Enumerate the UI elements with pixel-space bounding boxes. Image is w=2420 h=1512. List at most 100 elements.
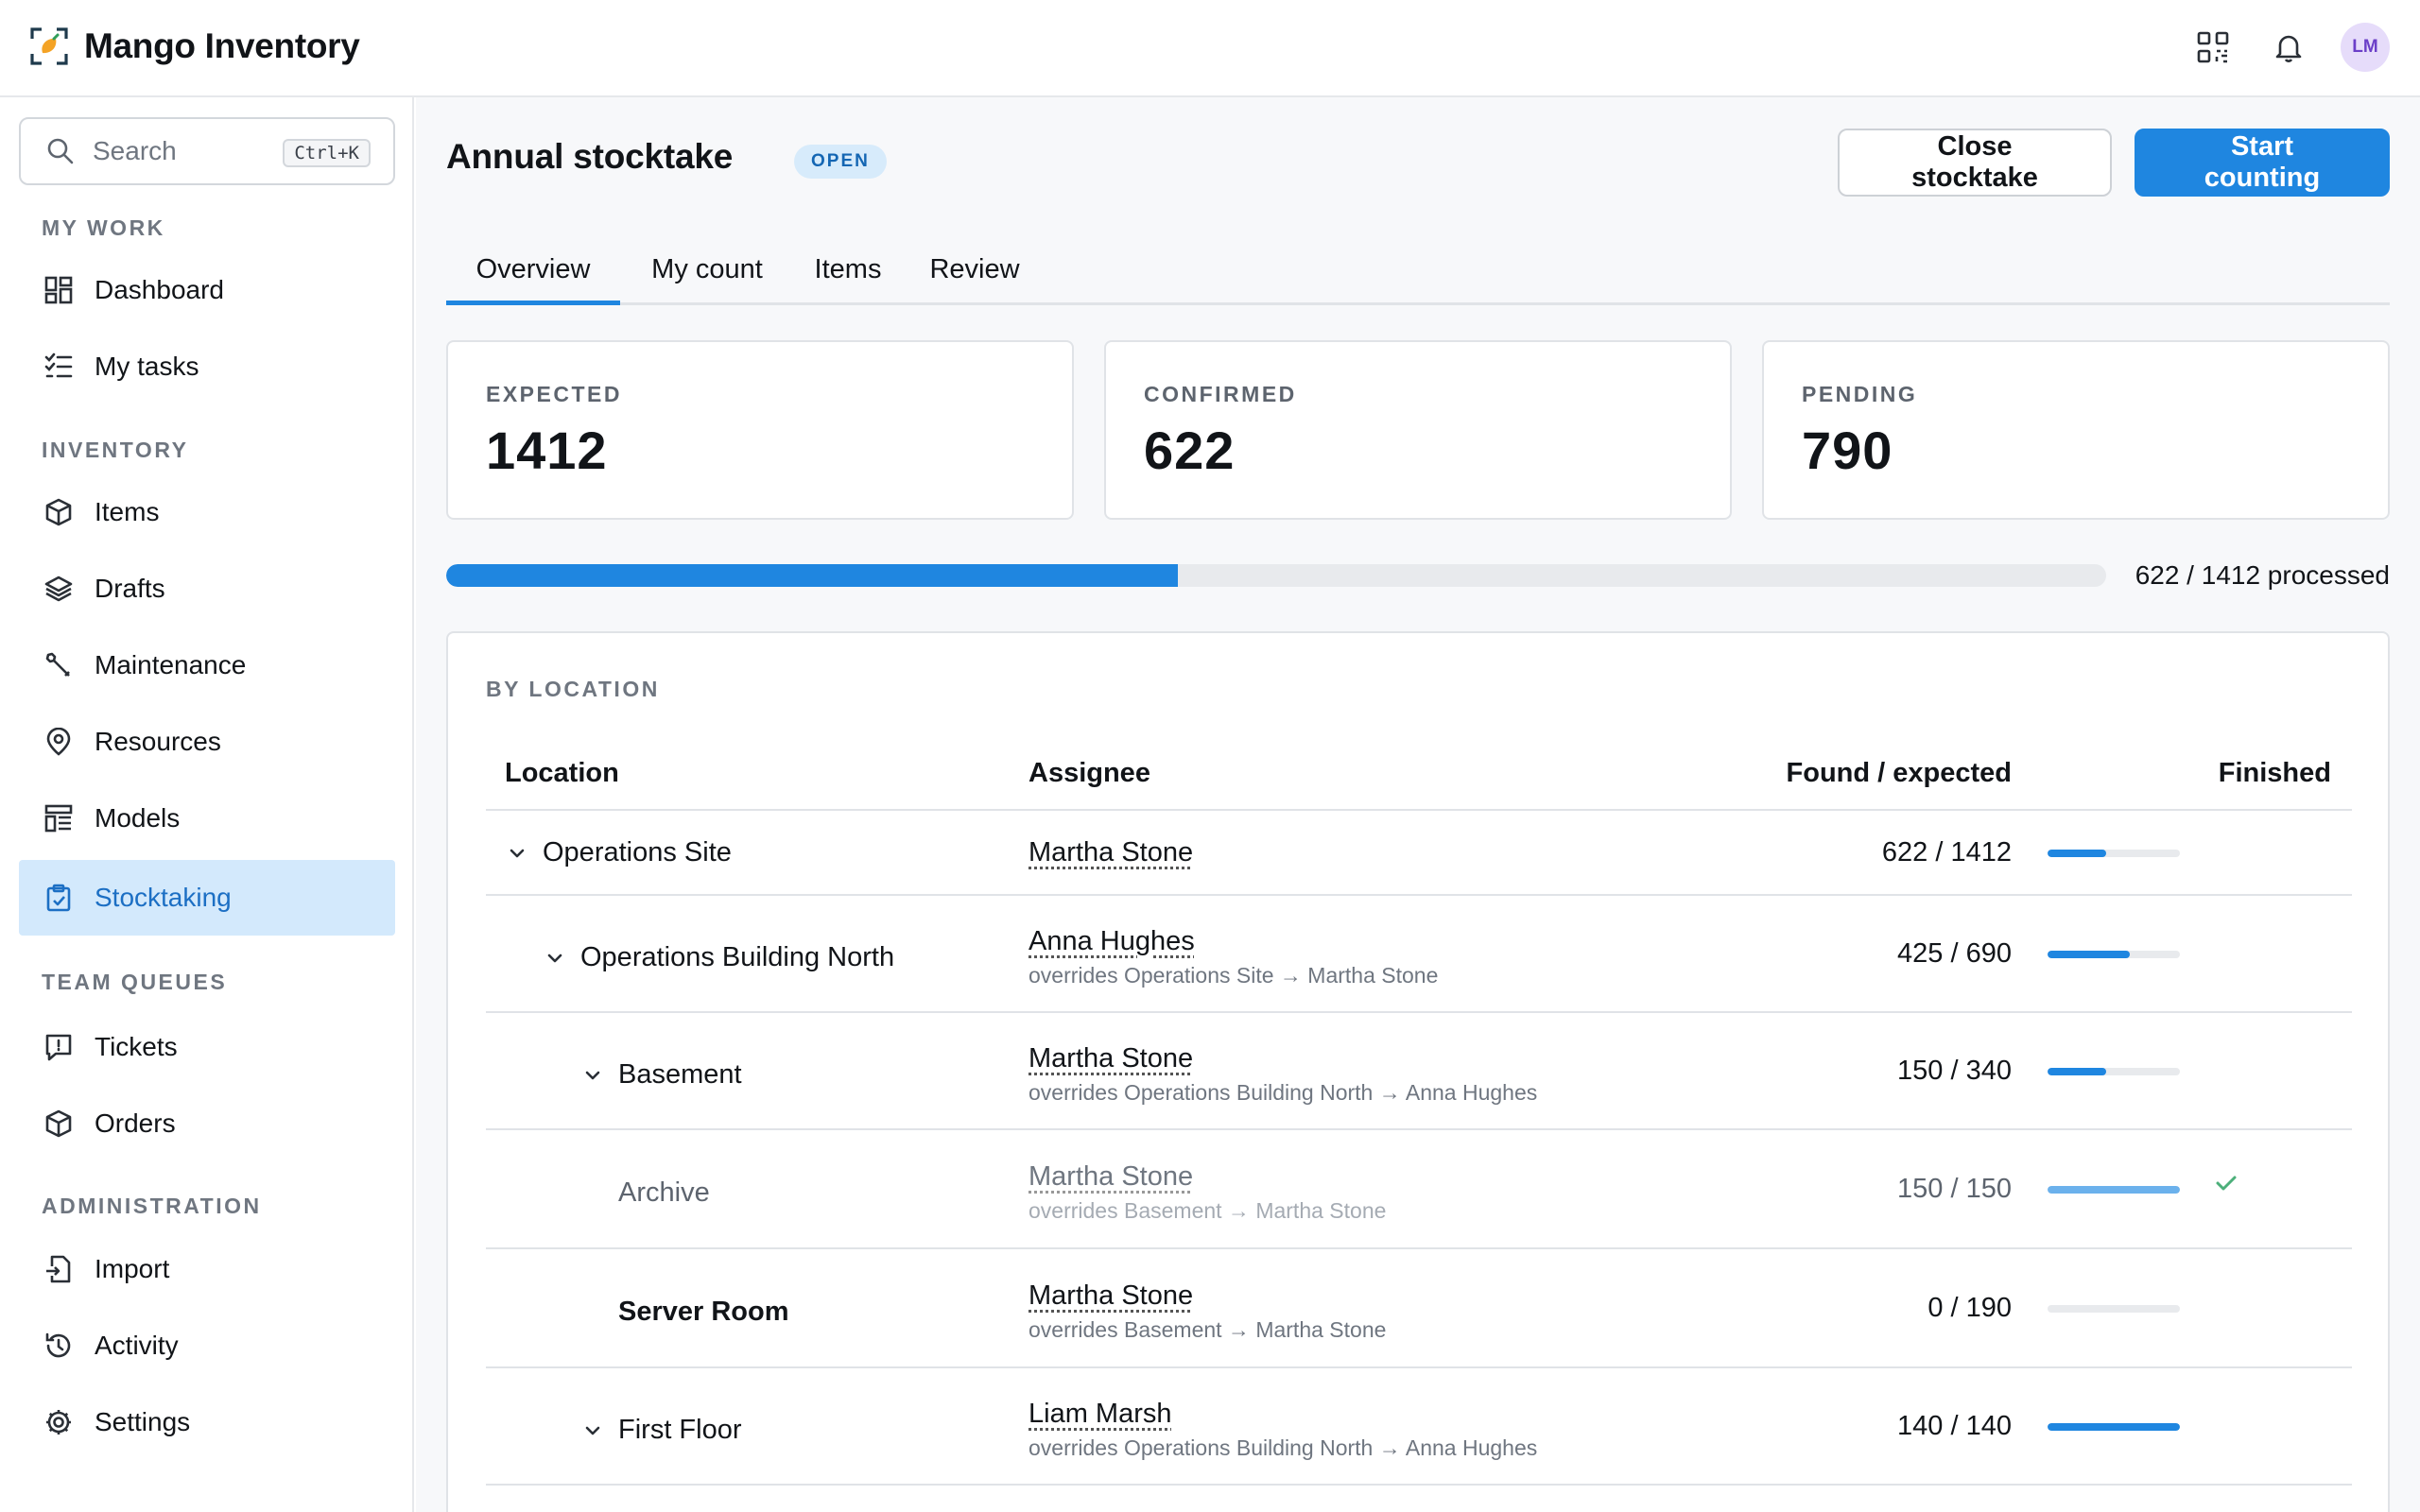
sidebar: Ctrl+K MY WORK Dashboard My tasks INVENT… (0, 97, 414, 1512)
found-expected-value: 140 / 140 (1897, 1411, 2012, 1441)
location-cell: Basement (580, 1059, 742, 1091)
mango-logo-icon (30, 27, 68, 65)
sidebar-item-label: Activity (95, 1331, 179, 1360)
override-note: overrides Operations Building North → An… (1028, 1435, 1538, 1460)
notification-bell-icon[interactable] (2265, 24, 2312, 71)
assignee-cell: Martha Stone overrides Operations Buildin… (1028, 1043, 1537, 1106)
check-icon (2212, 1169, 2240, 1197)
page-title: Annual stocktake (446, 137, 734, 176)
column-header-finished: Finished (2218, 758, 2331, 788)
avatar[interactable]: LM (2341, 23, 2390, 72)
sidebar-item-items[interactable]: Items (19, 474, 395, 550)
location-name: First Floor (618, 1415, 742, 1445)
found-expected-value: 622 / 1412 (1881, 837, 2012, 868)
column-header-location: Location (505, 758, 619, 788)
cube-icon (42, 1107, 76, 1141)
search-icon (47, 138, 74, 164)
override-note: overrides Operations Building North → An… (1028, 1080, 1538, 1105)
row-progress-bar (2048, 1423, 2180, 1431)
sidebar-item-settings[interactable]: Settings (19, 1384, 395, 1460)
sidebar-item-label: My tasks (95, 352, 199, 381)
row-progress-fill (2048, 1068, 2106, 1075)
assignee-name[interactable]: Liam Marsh (1028, 1399, 1172, 1430)
import-icon (42, 1252, 76, 1286)
chevron-down-icon[interactable] (580, 1418, 605, 1443)
chevron-down-icon[interactable] (543, 946, 567, 971)
sidebar-item-dashboard[interactable]: Dashboard (19, 252, 395, 328)
sidebar-item-maintenance[interactable]: Maintenance (19, 627, 395, 703)
sidebar-item-label: Tickets (95, 1032, 178, 1061)
row-progress-bar (2048, 1305, 2180, 1313)
sidebar-item-resources[interactable]: Resources (19, 704, 395, 780)
tab-items[interactable]: Items (792, 239, 904, 305)
search-box[interactable]: Ctrl+K (19, 117, 395, 185)
assignee-name[interactable]: Martha Stone (1028, 1161, 1193, 1193)
stat-card-confirmed: CONFIRMED 622 (1104, 340, 1732, 520)
location-name: Operations Building North (580, 942, 895, 972)
table-row[interactable]: Operations Site Martha Stone 622 / 1412 (486, 811, 2352, 896)
assignee-name[interactable]: Martha Stone (1028, 1043, 1193, 1074)
overall-progress-fill (446, 564, 1178, 587)
top-bar: Mango Inventory LM (0, 0, 2420, 97)
override-note: overrides Basement → Martha Stone (1028, 1198, 1387, 1223)
qr-code-icon[interactable] (2189, 24, 2237, 71)
location-table: Location Assignee Found / expected Finis… (486, 728, 2352, 1486)
stat-value: 622 (1144, 421, 1236, 480)
table-header: Location Assignee Found / expected Finis… (486, 728, 2352, 811)
row-progress-fill (2048, 951, 2130, 958)
main-content: Annual stocktake OPEN Close stocktake St… (416, 97, 2420, 1512)
found-expected-value: 425 / 690 (1897, 938, 2012, 969)
sidebar-item-my-tasks[interactable]: My tasks (19, 329, 395, 404)
chevron-down-icon[interactable] (505, 841, 529, 866)
sidebar-item-label: Import (95, 1254, 170, 1283)
sidebar-item-import[interactable]: Import (19, 1231, 395, 1307)
sidebar-item-activity[interactable]: Activity (19, 1308, 395, 1383)
start-counting-button[interactable]: Start counting (2135, 129, 2390, 197)
row-progress-bar (2048, 951, 2180, 958)
table-row[interactable]: First Floor Liam Marsh overrides Operation… (486, 1368, 2352, 1486)
sidebar-item-stocktaking[interactable]: Stocktaking (19, 860, 395, 936)
tab-bar: Overview My count Items Review (446, 239, 2390, 305)
tab-my-count[interactable]: My count (631, 239, 783, 305)
clipboard-check-icon (42, 881, 76, 915)
assignee-name[interactable]: Martha Stone (1028, 1280, 1193, 1312)
sidebar-item-label: Drafts (95, 574, 165, 603)
dashboard-icon (42, 273, 76, 307)
nav-section-administration: ADMINISTRATION (42, 1194, 262, 1218)
row-progress-bar (2048, 1186, 2180, 1194)
wrench-icon (42, 648, 76, 682)
sidebar-item-tickets[interactable]: Tickets (19, 1009, 395, 1085)
assignee-name[interactable]: Anna Hughes (1028, 926, 1195, 957)
row-progress-bar (2048, 1068, 2180, 1075)
brand[interactable]: Mango Inventory (30, 26, 360, 66)
cube-icon (42, 495, 76, 529)
stat-card-pending: PENDING 790 (1762, 340, 2390, 520)
tab-overview[interactable]: Overview (446, 239, 620, 305)
search-input[interactable] (93, 136, 272, 166)
sidebar-item-label: Orders (95, 1108, 176, 1138)
layers-icon (42, 572, 76, 606)
location-pin-icon (42, 725, 76, 759)
assignee-name[interactable]: Martha Stone (1028, 837, 1193, 868)
table-row[interactable]: Server Room Martha Stone overrides Basemen… (486, 1249, 2352, 1368)
table-row[interactable]: Basement Martha Stone overrides Operations… (486, 1013, 2352, 1130)
assignee-cell: Martha Stone overrides Basement → Martha … (1028, 1280, 1386, 1343)
sidebar-item-drafts[interactable]: Drafts (19, 551, 395, 627)
table-row[interactable]: Operations Building North Anna Hughes over… (486, 896, 2352, 1013)
sidebar-item-orders[interactable]: Orders (19, 1086, 395, 1161)
sidebar-item-models[interactable]: Models (19, 781, 395, 856)
stat-label: EXPECTED (486, 382, 622, 406)
location-cell: First Floor (580, 1415, 742, 1446)
override-note: overrides Operations Site → Martha Stone (1028, 963, 1439, 988)
sidebar-item-label: Stocktaking (95, 883, 232, 912)
tasks-icon (42, 350, 76, 384)
location-cell: Operations Site (505, 837, 732, 868)
chevron-down-icon[interactable] (580, 1063, 605, 1088)
table-row[interactable]: Archive Martha Stone overrides Basement → … (486, 1130, 2352, 1249)
sidebar-item-label: Dashboard (95, 275, 224, 304)
stat-value: 790 (1802, 421, 1893, 480)
close-stocktake-button[interactable]: Close stocktake (1838, 129, 2112, 197)
row-progress-fill (2048, 850, 2106, 857)
tab-review[interactable]: Review (915, 239, 1034, 305)
row-progress-fill (2048, 1423, 2180, 1431)
